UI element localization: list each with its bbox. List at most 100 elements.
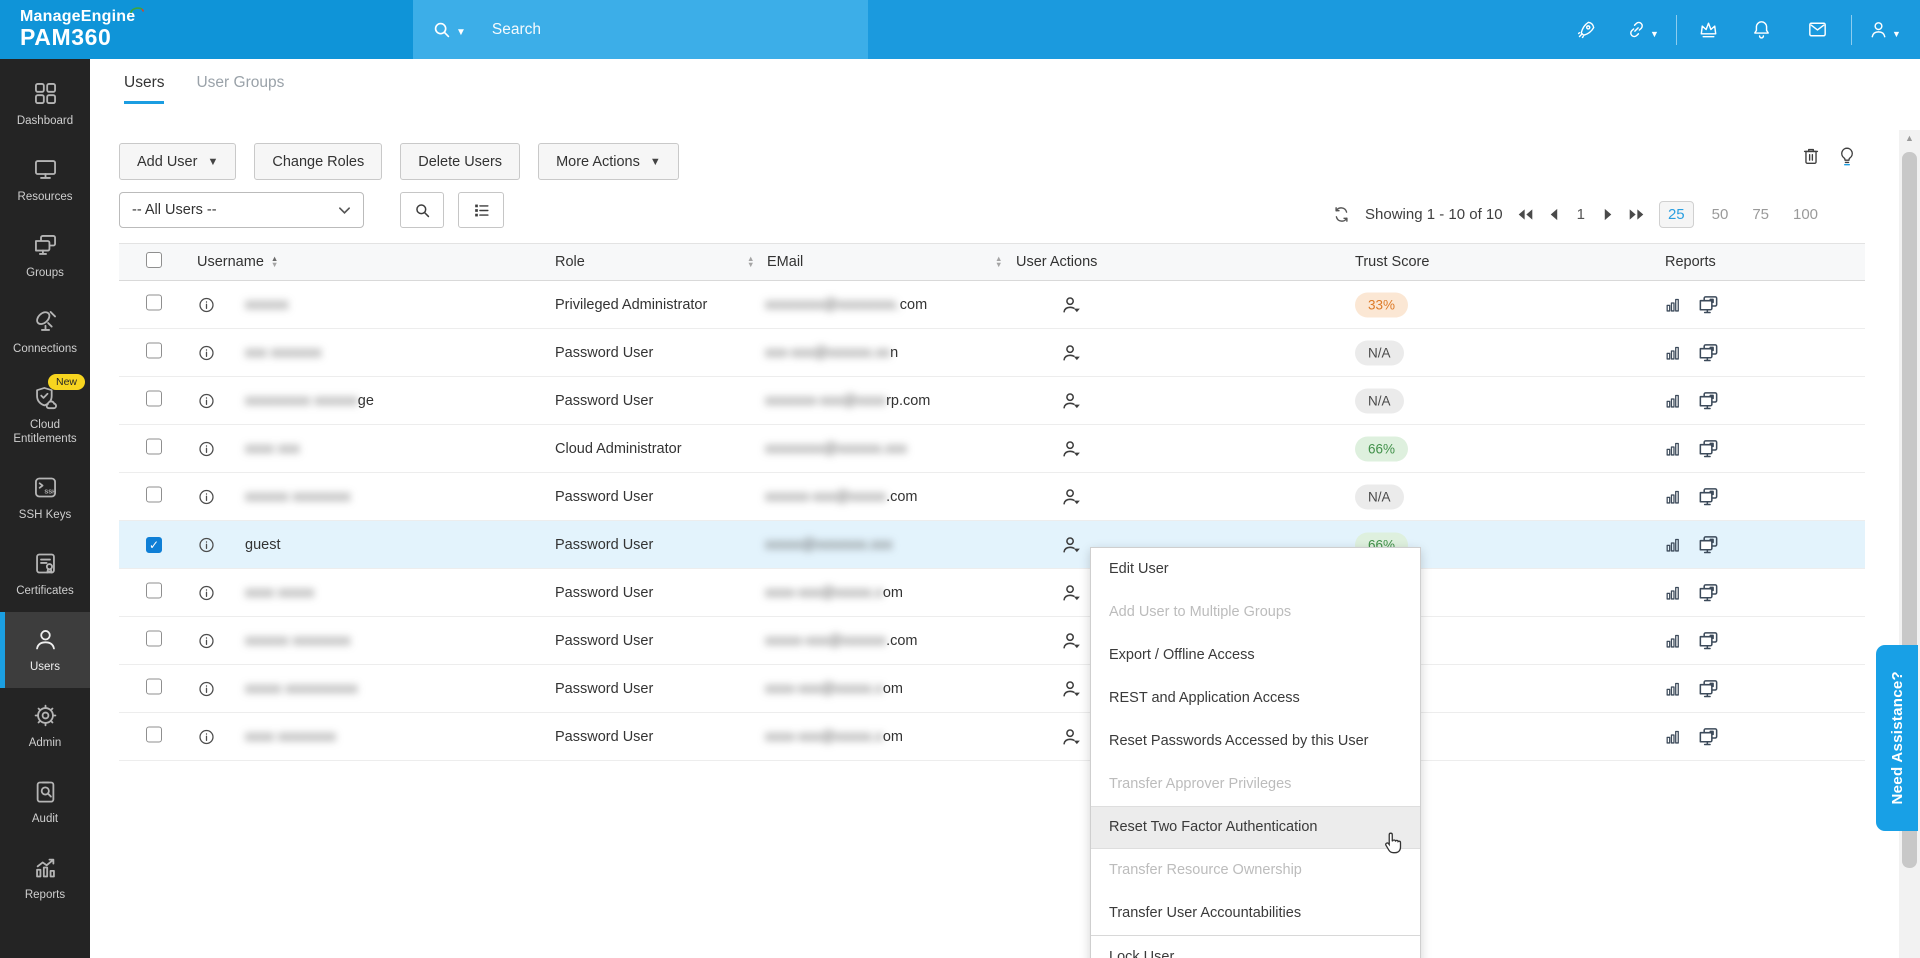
need-assistance-tab[interactable]: Need Assistance? [1876,645,1918,831]
user-actions-icon[interactable] [1060,677,1083,700]
sidebar-item-resources[interactable]: Resources [0,142,90,218]
page-size-100[interactable]: 100 [1787,202,1824,227]
current-page-number[interactable]: 1 [1573,206,1589,223]
global-search-bar[interactable]: ▼ [413,0,868,59]
sidebar-item-audit[interactable]: Audit [0,764,90,840]
access-report-icon[interactable] [1697,437,1720,460]
access-report-icon[interactable] [1697,725,1720,748]
vertical-scrollbar[interactable]: ▲ [1899,130,1920,958]
access-report-icon[interactable] [1697,581,1720,604]
access-report-icon[interactable] [1697,533,1720,556]
row-checkbox[interactable] [146,486,162,502]
refresh-icon[interactable] [1332,205,1351,224]
user-info-icon[interactable] [197,631,216,650]
menu-item-reset-passwords-accessed-by-this-user[interactable]: Reset Passwords Accessed by this User [1091,720,1420,763]
page-size-25[interactable]: 25 [1659,201,1694,228]
sort-icon-role[interactable]: ▲▼ [747,254,754,270]
user-actions-icon[interactable] [1060,629,1083,652]
user-actions-icon[interactable] [1060,725,1083,748]
user-report-icon[interactable] [1664,535,1683,554]
user-info-icon[interactable] [197,487,216,506]
column-header-email[interactable]: EMail [767,254,803,270]
sidebar-item-certificates[interactable]: Certificates [0,536,90,612]
user-actions-icon[interactable] [1060,533,1083,556]
column-header-role[interactable]: Role [555,254,585,270]
sidebar-item-users[interactable]: Users [0,612,90,688]
row-checkbox[interactable] [146,390,162,406]
row-checkbox[interactable] [146,630,162,646]
table-search-button[interactable] [400,192,444,228]
menu-item-edit-user[interactable]: Edit User [1091,548,1420,591]
tips-bulb-icon[interactable] [1836,145,1858,172]
user-info-icon[interactable] [197,391,216,410]
sort-icon-email[interactable]: ▲▼ [995,254,1002,270]
user-info-icon[interactable] [197,583,216,602]
trash-icon[interactable] [1800,145,1822,172]
last-page-button[interactable] [1628,208,1645,221]
user-report-icon[interactable] [1664,391,1683,410]
column-view-button[interactable] [458,192,504,228]
user-report-icon[interactable] [1664,583,1683,602]
change-roles-button[interactable]: Change Roles [254,143,382,180]
row-checkbox[interactable] [146,582,162,598]
column-header-username[interactable]: Username▲▼ [197,254,278,270]
row-checkbox[interactable] [146,438,162,454]
user-actions-icon[interactable] [1060,485,1083,508]
access-report-icon[interactable] [1697,677,1720,700]
select-all-checkbox[interactable] [146,252,162,268]
menu-item-export-offline-access[interactable]: Export / Offline Access [1091,634,1420,677]
menu-item-rest-and-application-access[interactable]: REST and Application Access [1091,677,1420,720]
search-scope-caret-icon[interactable]: ▼ [456,27,466,38]
user-info-icon[interactable] [197,535,216,554]
page-size-75[interactable]: 75 [1746,202,1775,227]
sidebar-item-groups[interactable]: Groups [0,218,90,294]
tab-users[interactable]: Users [124,74,164,104]
tab-user-groups[interactable]: User Groups [196,74,284,104]
user-info-icon[interactable] [197,343,216,362]
sidebar-item-connections[interactable]: Connections [0,294,90,370]
user-report-icon[interactable] [1664,631,1683,650]
row-checkbox[interactable]: ✓ [146,537,162,553]
user-filter-select[interactable]: -- All Users -- [119,192,364,228]
user-actions-icon[interactable] [1060,389,1083,412]
access-report-icon[interactable] [1697,293,1720,316]
user-actions-icon[interactable] [1060,581,1083,604]
user-report-icon[interactable] [1664,439,1683,458]
user-actions-icon[interactable] [1060,437,1083,460]
quick-connect-icon[interactable]: ▼ [1614,18,1670,41]
delete-users-button[interactable]: Delete Users [400,143,520,180]
previous-page-button[interactable] [1548,208,1559,221]
sidebar-item-reports[interactable]: Reports [0,840,90,916]
user-info-icon[interactable] [197,439,216,458]
whats-new-icon[interactable] [1558,18,1614,41]
user-report-icon[interactable] [1664,487,1683,506]
row-checkbox[interactable] [146,726,162,742]
menu-item-reset-two-factor-authentication[interactable]: Reset Two Factor Authentication [1091,806,1420,849]
user-report-icon[interactable] [1664,727,1683,746]
user-info-icon[interactable] [197,727,216,746]
sidebar-item-dashboard[interactable]: Dashboard [0,66,90,142]
access-report-icon[interactable] [1697,389,1720,412]
add-user-button[interactable]: Add User▼ [119,143,236,180]
user-report-icon[interactable] [1664,343,1683,362]
notifications-icon[interactable] [1733,18,1789,41]
access-report-icon[interactable] [1697,629,1720,652]
user-report-icon[interactable] [1664,295,1683,314]
user-actions-icon[interactable] [1060,341,1083,364]
page-size-50[interactable]: 50 [1706,202,1735,227]
user-info-icon[interactable] [197,679,216,698]
sidebar-item-cloud-entitlements[interactable]: NewCloud Entitlements [0,370,90,460]
feedback-icon[interactable] [1789,18,1845,41]
user-info-icon[interactable] [197,295,216,314]
sidebar-item-admin[interactable]: Admin [0,688,90,764]
access-report-icon[interactable] [1697,341,1720,364]
access-report-icon[interactable] [1697,485,1720,508]
user-actions-icon[interactable] [1060,293,1083,316]
menu-item-transfer-user-accountabilities[interactable]: Transfer User Accountabilities [1091,892,1420,935]
first-page-button[interactable] [1517,208,1534,221]
row-checkbox[interactable] [146,294,162,310]
scroll-up-arrow-icon[interactable]: ▲ [1899,130,1920,146]
more-actions-button[interactable]: More Actions▼ [538,143,679,180]
sort-icon[interactable]: ▲▼ [271,256,278,269]
next-page-button[interactable] [1603,208,1614,221]
